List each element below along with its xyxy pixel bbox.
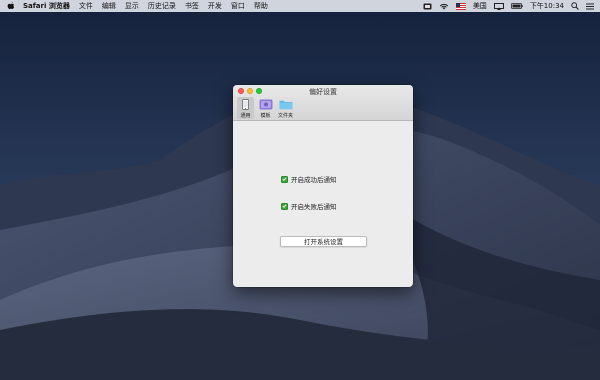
wifi-icon[interactable] [439, 3, 449, 10]
tab-folder-label: 文件夹 [277, 113, 293, 119]
list-icon[interactable] [586, 3, 594, 10]
menu-edit[interactable]: 编辑 [102, 1, 116, 11]
window-titlebar[interactable]: 偏好设置 通用 模板 文件夹 [233, 85, 413, 121]
menu-bar: Safari 浏览器 文件 编辑 显示 历史记录 书签 开发 窗口 帮助 美国 … [0, 0, 600, 12]
preferences-window: 偏好设置 通用 模板 文件夹 开启成功后通知 开启失败后通知 打开系统设置 [233, 85, 413, 287]
preferences-toolbar: 通用 模板 文件夹 [237, 97, 294, 119]
search-icon[interactable] [571, 2, 579, 10]
menu-bookmarks[interactable]: 书签 [185, 1, 199, 11]
tab-general-label: 通用 [240, 113, 251, 119]
phone-icon [239, 98, 253, 110]
menu-help[interactable]: 帮助 [254, 1, 268, 11]
notify-failure-option[interactable]: 开启失败后通知 [281, 201, 337, 211]
tab-templates-label: 模板 [260, 113, 271, 119]
open-system-settings-button[interactable]: 打开系统设置 [280, 236, 367, 247]
notify-failure-checkbox[interactable] [281, 202, 288, 210]
notify-success-option[interactable]: 开启成功后通知 [281, 174, 337, 184]
notify-success-checkbox[interactable] [281, 175, 288, 183]
airplay-icon[interactable] [493, 2, 504, 10]
apple-icon[interactable] [6, 1, 15, 11]
window-title: 偏好设置 [309, 88, 337, 96]
input-source-label[interactable]: 美国 [473, 1, 487, 11]
template-icon [259, 98, 273, 110]
tab-folder[interactable]: 文件夹 [277, 97, 294, 119]
clock[interactable]: 下午10:34 [530, 1, 564, 11]
preferences-content: 开启成功后通知 开启失败后通知 打开系统设置 [233, 121, 413, 287]
tab-templates[interactable]: 模板 [257, 97, 274, 119]
menu-view[interactable]: 显示 [125, 1, 139, 11]
notify-failure-label: 开启失败后通知 [291, 203, 337, 211]
status-area: 美国 下午10:34 [423, 1, 594, 11]
menu-file[interactable]: 文件 [79, 1, 93, 11]
flag-icon[interactable] [455, 2, 466, 10]
notify-success-label: 开启成功后通知 [291, 176, 337, 184]
menu-develop[interactable]: 开发 [208, 1, 222, 11]
battery-icon[interactable] [510, 3, 523, 9]
display-icon[interactable] [423, 3, 432, 10]
menu-history[interactable]: 历史记录 [148, 1, 176, 11]
tab-general[interactable]: 通用 [237, 97, 254, 119]
menu-window[interactable]: 窗口 [231, 1, 245, 11]
folder-icon [278, 98, 293, 110]
app-name-menu[interactable]: Safari 浏览器 [23, 1, 70, 11]
